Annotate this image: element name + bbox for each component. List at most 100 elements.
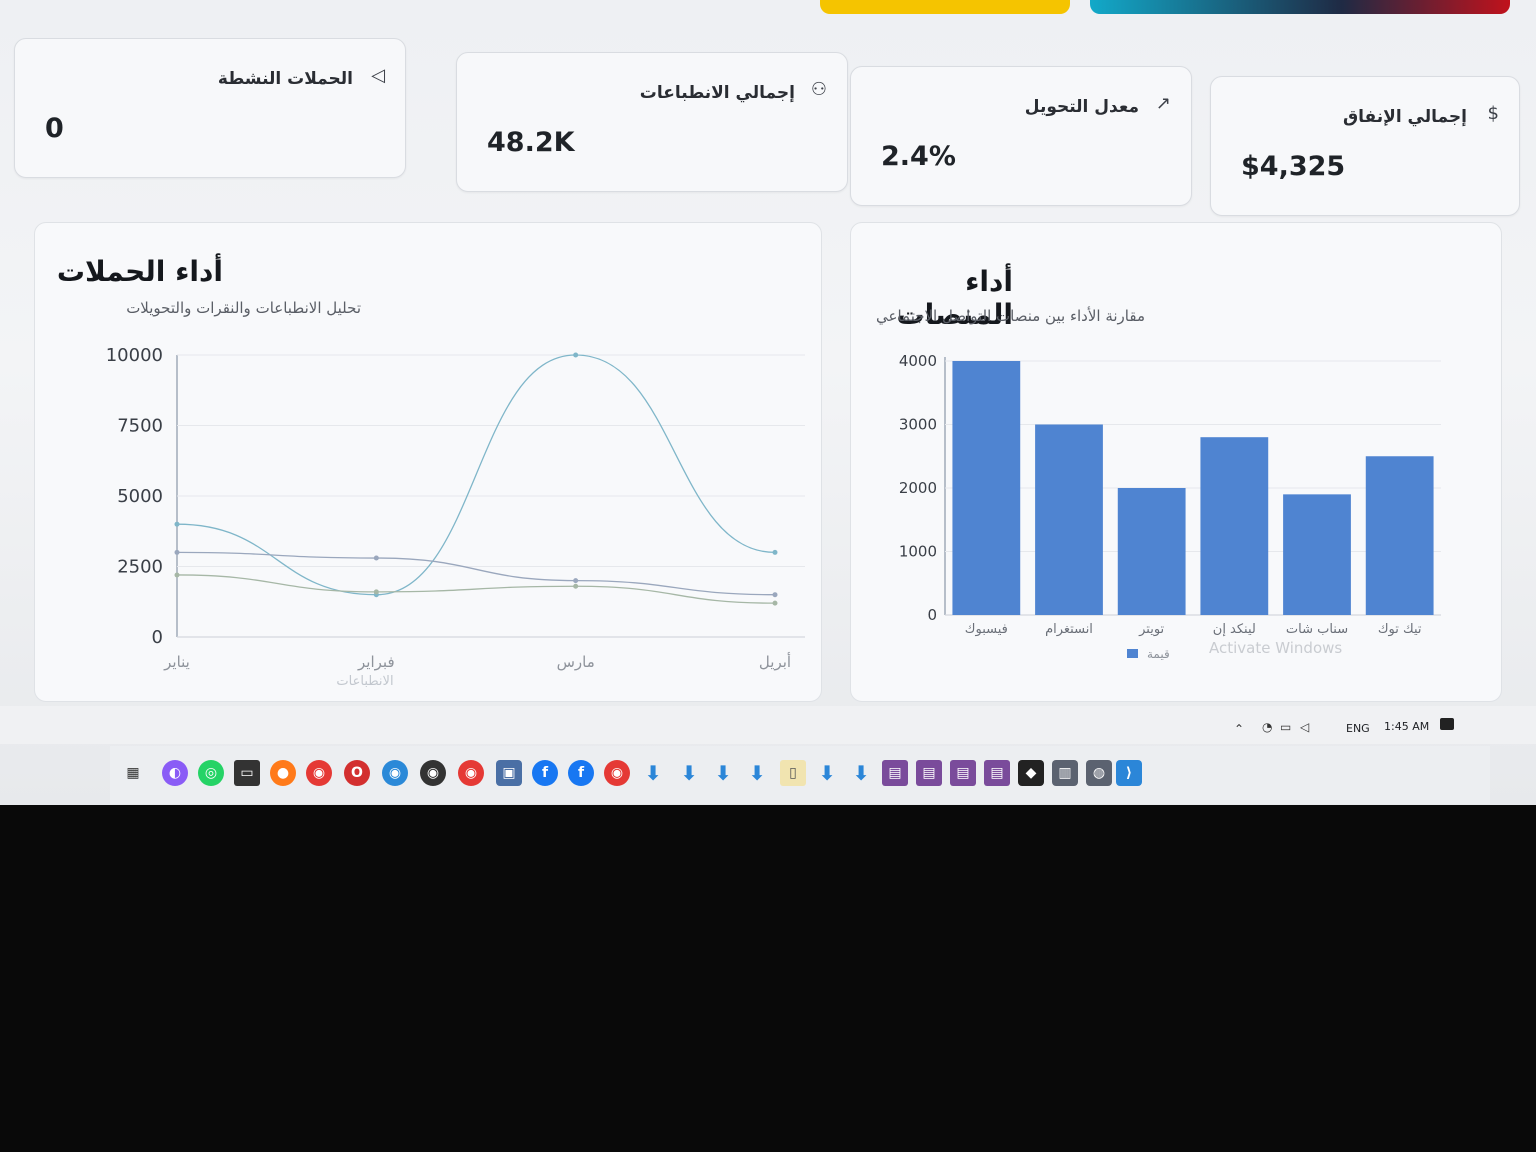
download-icon-4[interactable]: ⬇ xyxy=(744,760,770,786)
whatsapp-icon[interactable]: ◎ xyxy=(198,760,224,786)
stat-value: 2.4% xyxy=(881,141,956,172)
archive-icon-2[interactable]: ▤ xyxy=(916,760,942,786)
series-line-0 xyxy=(176,354,776,596)
notes-icon[interactable]: ▥ xyxy=(1052,760,1078,786)
edge-icon[interactable]: ◉ xyxy=(382,760,408,786)
y-tick-label: 5000 xyxy=(117,486,163,507)
chrome-app-icon[interactable]: ◉ xyxy=(604,760,630,786)
x-tick-label: لينكد إن xyxy=(1213,622,1256,637)
y-tick-label: 1000 xyxy=(899,543,937,561)
opera-icon[interactable]: O xyxy=(344,760,370,786)
bar-3 xyxy=(1200,437,1269,615)
y-tick-label: 7500 xyxy=(117,416,163,437)
platform-bar-chart: 4000 3000 2000 1000 0 فيسبوك انستغرام تويتر لينك… xyxy=(899,352,1441,661)
stat-title: معدل التحويل xyxy=(1024,97,1139,117)
activate-windows-watermark: Activate Windows xyxy=(1209,639,1343,657)
legend-label: قيمة xyxy=(1147,647,1170,661)
users-icon: ⚇ xyxy=(810,79,827,100)
x-tick-label: سناب شات xyxy=(1286,622,1348,637)
laptop-keyboard-area xyxy=(0,805,1536,1152)
download-icon[interactable]: ⬇ xyxy=(640,760,666,786)
data-point xyxy=(174,521,180,527)
y-tick-label: 0 xyxy=(152,627,163,648)
data-point xyxy=(373,555,379,561)
y-tick-label: 2000 xyxy=(899,479,937,497)
copilot-icon[interactable]: ◐ xyxy=(162,760,188,786)
git-icon[interactable]: ◆ xyxy=(1018,760,1044,786)
archive-icon[interactable]: ▤ xyxy=(882,760,908,786)
terminal-icon[interactable]: ▭ xyxy=(234,760,260,786)
stat-title: إجمالي الإنفاق xyxy=(1342,107,1467,127)
archive-icon-3[interactable]: ▤ xyxy=(950,760,976,786)
legend-label: الانطباعات xyxy=(336,674,393,689)
y-tick-label: 0 xyxy=(927,606,937,624)
download-icon-6[interactable]: ⬇ xyxy=(848,760,874,786)
data-point xyxy=(573,352,579,358)
data-point xyxy=(174,549,180,555)
dashboard-screen: الحملات النشطة 0 ◁ إجمالي الانطباعات 48.… xyxy=(0,0,1536,805)
x-tick-label: يناير xyxy=(163,653,190,671)
chrome-profile-icon[interactable]: ◉ xyxy=(458,760,484,786)
stat-value: 0 xyxy=(45,113,64,144)
data-point xyxy=(174,572,180,578)
x-tick-label: تويتر xyxy=(1138,622,1164,637)
data-point xyxy=(573,583,579,589)
vscode-icon[interactable]: ⟩ xyxy=(1116,760,1142,786)
taskbar: ▦ ◐ ◎ ▭ ● ◉ O ◉ ◉ ◉ ▣ f f ◉ ⬇ ⬇ ⬇ ⬇ ▯ ⬇ … xyxy=(110,746,1490,804)
y-tick-label: 10000 xyxy=(106,345,163,366)
chrome-icon[interactable]: ◉ xyxy=(306,760,332,786)
paint-icon[interactable]: ◍ xyxy=(1086,760,1112,786)
stat-card-impressions[interactable]: إجمالي الانطباعات 48.2K ⚇ xyxy=(456,52,848,192)
campaign-performance-panel: أداء الحملات تحليل الانطباعات والنقرات و… xyxy=(34,222,822,702)
language-indicator[interactable]: ENG xyxy=(1346,722,1370,735)
y-tick-label: 2500 xyxy=(117,557,163,578)
top-accent-strip xyxy=(0,0,1536,26)
x-tick-label: تيك توك xyxy=(1378,622,1422,637)
chevron-up-icon[interactable]: ⌃ xyxy=(1234,722,1244,736)
series-line-1 xyxy=(176,551,776,596)
file-icon[interactable]: ▯ xyxy=(780,760,806,786)
system-tray-strip: ⌃ ◔ ▭ ◁ ENG 1:45 AM xyxy=(0,706,1536,744)
stat-card-total-spend[interactable]: إجمالي الإنفاق $4,325 $ xyxy=(1210,76,1520,216)
x-tick-label: انستغرام xyxy=(1045,622,1093,637)
bar-0 xyxy=(952,361,1021,615)
legend-swatch xyxy=(1127,649,1138,658)
stat-card-conversion-rate[interactable]: معدل التحويل 2.4% ↗ xyxy=(850,66,1192,206)
bar-5 xyxy=(1365,456,1434,615)
data-point xyxy=(772,549,778,555)
x-tick-label: فبراير xyxy=(357,653,395,671)
obs-icon[interactable]: ◉ xyxy=(420,760,446,786)
accent-gradient xyxy=(1090,0,1510,14)
stat-value: 48.2K xyxy=(487,127,575,158)
y-tick-label: 3000 xyxy=(899,416,937,434)
archive-icon-4[interactable]: ▤ xyxy=(984,760,1010,786)
wifi-icon[interactable]: ◔ xyxy=(1262,720,1272,734)
battery-icon[interactable]: ▭ xyxy=(1280,720,1291,734)
notification-icon[interactable] xyxy=(1440,718,1454,730)
facebook-icon[interactable]: f xyxy=(532,760,558,786)
download-icon-5[interactable]: ⬇ xyxy=(814,760,840,786)
bar-1 xyxy=(1035,424,1103,615)
campaign-line-chart: 10000 7500 5000 2500 0يناير فبراير مارس أبريل ال… xyxy=(106,345,805,689)
stat-title: الحملات النشطة xyxy=(217,69,353,89)
facebook-icon-2[interactable]: f xyxy=(568,760,594,786)
stat-title: إجمالي الانطباعات xyxy=(639,83,795,103)
megaphone-icon: ◁ xyxy=(371,65,385,86)
task-view-icon[interactable]: ▦ xyxy=(120,760,146,786)
bar-4 xyxy=(1283,494,1351,615)
stat-card-active-campaigns[interactable]: الحملات النشطة 0 ◁ xyxy=(14,38,406,178)
y-tick-label: 4000 xyxy=(899,352,937,370)
volume-icon[interactable]: ◁ xyxy=(1300,720,1309,734)
data-point xyxy=(573,578,579,584)
clock[interactable]: 1:45 AM xyxy=(1384,720,1429,733)
photos-icon[interactable]: ▣ xyxy=(496,760,522,786)
x-tick-label: مارس xyxy=(557,653,595,671)
trending-up-icon: ↗ xyxy=(1155,93,1171,114)
download-icon-2[interactable]: ⬇ xyxy=(676,760,702,786)
download-icon-3[interactable]: ⬇ xyxy=(710,760,736,786)
x-tick-label: أبريل xyxy=(759,652,791,671)
platform-performance-panel: أداء المنصات مقارنة الأداء بين منصات الت… xyxy=(850,222,1502,702)
firefox-icon[interactable]: ● xyxy=(270,760,296,786)
bar-2 xyxy=(1117,488,1186,615)
data-point xyxy=(772,600,778,606)
